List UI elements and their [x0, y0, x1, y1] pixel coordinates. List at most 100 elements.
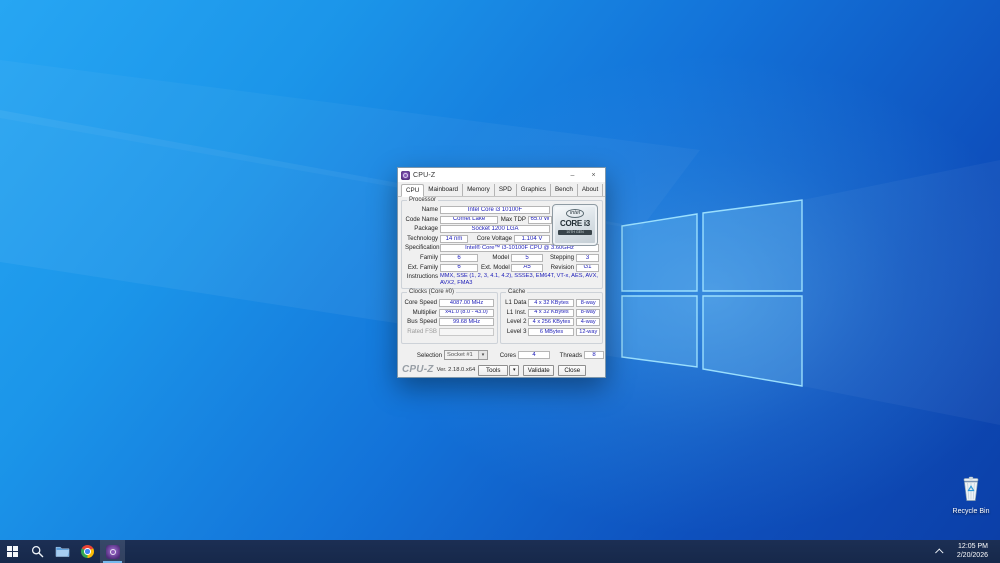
tab-spd[interactable]: SPD	[495, 184, 517, 196]
tab-about[interactable]: About	[578, 184, 604, 196]
ext-model-field: A5	[511, 263, 543, 272]
revision-field: G1	[576, 263, 599, 272]
multiplier-field: x41.0 (8.0 - 43.0)	[439, 308, 494, 317]
level2-row: Level 2 4 x 256 KBytes 4-way	[503, 318, 600, 327]
level2-assoc-field: 4-way	[576, 318, 600, 327]
window-titlebar[interactable]: CPU-Z – ×	[398, 168, 605, 182]
close-dialog-button[interactable]: Close	[558, 364, 587, 376]
file-explorer-button[interactable]	[50, 540, 75, 563]
cpuz-window: CPU-Z – × CPU Mainboard Memory SPD Graph…	[397, 167, 606, 378]
family-row: Family 6 Model 5 Stepping 3	[405, 253, 599, 262]
model-label: Model	[492, 253, 509, 261]
l1-data-assoc-field: 8-way	[576, 299, 600, 307]
tab-cpu[interactable]: CPU	[401, 184, 425, 197]
window-title: CPU-Z	[413, 171, 436, 179]
family-label: Family	[420, 253, 438, 261]
revision-label: Revision	[550, 263, 574, 271]
cache-group: Cache L1 Data 4 x 32 KBytes 8-way L1 Ins…	[500, 289, 603, 344]
chrome-icon	[81, 545, 94, 558]
bus-speed-field: 99.68 MHz	[439, 318, 494, 327]
multiplier-label: Multiplier	[412, 308, 437, 316]
close-button[interactable]: ×	[583, 168, 604, 182]
intel-logo: intel	[565, 209, 585, 218]
cpuz-logo: CPU-Z	[402, 364, 434, 375]
instructions-label: Instructions	[406, 273, 438, 281]
tools-dropdown-arrow-icon[interactable]: ▾	[509, 364, 520, 376]
clock-time: 12:05 PM	[958, 543, 988, 550]
cpuz-app-icon	[401, 170, 410, 180]
l1-inst-size-field: 4 x 32 KBytes	[528, 308, 575, 317]
tab-strip: CPU Mainboard Memory SPD Graphics Bench …	[398, 182, 605, 197]
search-button[interactable]	[25, 540, 50, 563]
core-speed-label: Core Speed	[404, 299, 437, 306]
start-icon	[7, 546, 18, 557]
badge-generation-label: 10TH GEN	[558, 230, 592, 235]
start-button[interactable]	[0, 540, 25, 563]
technology-field: 14 nm	[440, 234, 468, 243]
rated-fsb-field	[439, 327, 494, 336]
socket-selection-value: Socket #1	[447, 352, 473, 358]
version-text: Ver. 2.18.0.x64	[436, 367, 476, 373]
system-tray: 12:05 PM 2/20/2026	[934, 540, 1000, 563]
bus-speed-label: Bus Speed	[407, 318, 437, 326]
l1-data-size-field: 4 x 32 KBytes	[528, 299, 575, 307]
l1-inst-row: L1 Inst. 4 x 32 KBytes 8-way	[503, 308, 600, 317]
ext-family-label: Ext. Family	[407, 263, 438, 271]
level3-size-field: 6 MBytes	[528, 327, 575, 336]
minimize-button[interactable]: –	[562, 168, 583, 182]
processor-group: Processor intel CORE i3 10TH GEN Name In…	[401, 197, 603, 289]
tab-graphics[interactable]: Graphics	[517, 184, 551, 196]
package-label: Package	[414, 225, 438, 233]
processor-group-label: Processor	[407, 197, 439, 204]
stepping-field: 3	[576, 253, 599, 262]
desktop: Recycle Bin CPU-Z – × CPU Mainboard Memo…	[0, 0, 1000, 540]
core-speed-field: 4087.00 MHz	[439, 299, 494, 307]
chrome-button[interactable]	[75, 540, 100, 563]
package-field: Socket 1200 LGA	[440, 225, 550, 234]
name-field: Intel Core i3 10100F	[440, 206, 550, 214]
level3-label: Level 3	[506, 327, 527, 335]
chevron-down-icon[interactable]: ▾	[478, 351, 487, 359]
recycle-bin[interactable]: Recycle Bin	[948, 476, 994, 516]
ext-family-field: 6	[440, 263, 478, 272]
level2-size-field: 4 x 256 KBytes	[528, 318, 575, 327]
cache-group-label: Cache	[506, 289, 528, 296]
socket-selection-dropdown[interactable]: Socket #1 ▾	[444, 350, 488, 360]
taskbar-clock[interactable]: 12:05 PM 2/20/2026	[957, 543, 988, 560]
l1-data-label: L1 Data	[505, 299, 527, 306]
clock-date: 2/20/2026	[956, 551, 988, 559]
cpuz-taskbar-button[interactable]	[100, 540, 125, 563]
ext-model-label: Ext. Model	[481, 263, 510, 271]
clocks-group: Clocks (Core #0) Core Speed 4087.00 MHz …	[401, 289, 498, 344]
tray-expand-icon[interactable]	[934, 547, 944, 557]
ext-family-row: Ext. Family 6 Ext. Model A5 Revision G1	[405, 263, 599, 272]
tools-button[interactable]: Tools	[478, 364, 509, 376]
stepping-label: Stepping	[549, 253, 574, 261]
threads-field: 8	[584, 351, 604, 359]
level2-label: Level 2	[506, 318, 527, 326]
recycle-bin-icon	[963, 476, 979, 501]
tab-mainboard[interactable]: Mainboard	[424, 184, 464, 196]
core-voltage-field: 1.104 V	[514, 234, 550, 243]
technology-label: Technology	[407, 234, 438, 242]
recycle-bin-label: Recycle Bin	[952, 508, 990, 515]
taskbar: 12:05 PM 2/20/2026	[0, 540, 1000, 563]
cores-field: 4	[518, 351, 550, 359]
tab-memory[interactable]: Memory	[463, 184, 495, 196]
max-tdp-label: Max TDP	[500, 215, 526, 223]
l1-inst-label: L1 Inst.	[506, 308, 527, 316]
rated-fsb-label: Rated FSB	[407, 327, 437, 335]
core-voltage-label: Core Voltage	[476, 234, 512, 242]
intel-core-i3-badge: intel CORE i3 10TH GEN	[552, 204, 598, 246]
taskbar-buttons	[0, 540, 125, 563]
instructions-row: Instructions MMX, SSE (1, 2, 3, 4.1, 4.2…	[405, 273, 599, 286]
bus-speed-row: Bus Speed 99.68 MHz	[404, 318, 495, 327]
threads-label: Threads	[559, 351, 582, 359]
name-label: Name	[421, 206, 438, 213]
cpuz-icon	[105, 544, 120, 559]
validate-button[interactable]: Validate	[523, 364, 555, 376]
l1-data-row: L1 Data 4 x 32 KBytes 8-way	[503, 299, 600, 307]
code-name-field: Comet Lake	[440, 215, 498, 224]
tab-bench[interactable]: Bench	[551, 184, 578, 196]
specification-label: Specification	[405, 244, 440, 252]
